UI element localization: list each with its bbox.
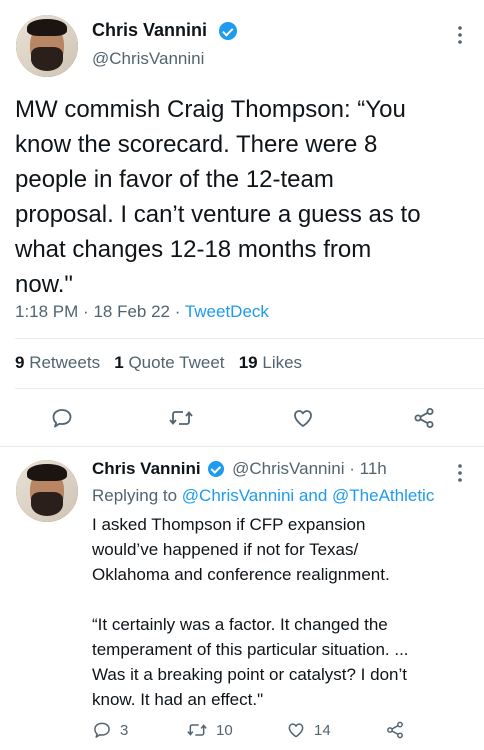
reply-text-line: “It certainly was a factor. It changed t… (92, 615, 388, 634)
reply-text-line: I asked Thompson if CFP expansion (92, 515, 366, 534)
main-author-avatar[interactable] (16, 15, 78, 77)
reply-icon[interactable] (50, 406, 74, 430)
reply-text-line: Was it a breaking point or catalyst? I d… (92, 665, 407, 684)
main-tweet-line: now." (15, 271, 73, 298)
reply-action-like[interactable]: 14 (286, 720, 331, 740)
reply-author-name[interactable]: Chris Vannini (92, 459, 201, 478)
tweet-date[interactable]: 18 Feb 22 (93, 302, 170, 321)
retweet-count: 10 (216, 721, 233, 739)
verified-badge-icon (219, 22, 237, 40)
main-tweet-line: proposal. I can’t venture a guess as to (15, 201, 421, 228)
divider (0, 446, 484, 447)
likes-label: Likes (262, 353, 303, 372)
replying-and[interactable]: and (299, 486, 327, 505)
like-icon (286, 720, 306, 740)
quote-count: 1 (114, 353, 124, 372)
share-icon[interactable] (412, 406, 436, 430)
retweet-icon (186, 720, 208, 740)
retweets-label: Retweets (29, 353, 101, 372)
reply-action-retweet[interactable]: 10 (186, 720, 233, 740)
replying-to-handle-1[interactable]: @ChrisVannini (182, 486, 294, 505)
reply-text-line: Oklahoma and conference realignment. (92, 565, 390, 584)
main-tweet-line: know the scorecard. There were 8 (15, 131, 378, 158)
main-tweet-text: MW commish Craig Thompson: “You know the… (15, 92, 421, 302)
reply-header: Chris Vannini @ChrisVannini · 11h (92, 459, 387, 479)
reply-author-avatar[interactable] (16, 460, 78, 522)
divider (15, 388, 484, 389)
replying-to-handle-2[interactable]: @TheAthletic (332, 486, 434, 505)
reply-icon (92, 720, 112, 740)
likes-stat[interactable]: 19 Likes (239, 353, 302, 372)
reply-text-line: temperament of this particular situation… (92, 640, 409, 659)
main-tweet-line: people in favor of the 12-team (15, 166, 334, 193)
separator-dot: · (349, 459, 360, 478)
more-options-icon[interactable] (456, 24, 464, 46)
tweet-time[interactable]: 1:18 PM (15, 302, 78, 321)
tweet-metadata: 1:18 PM · 18 Feb 22 · TweetDeck (15, 302, 269, 322)
reply-author-handle[interactable]: @ChrisVannini (232, 459, 344, 478)
replying-to: Replying to @ChrisVannini and @TheAthlet… (92, 486, 434, 506)
divider (15, 338, 484, 339)
verified-badge-icon (208, 460, 225, 477)
reply-action-reply[interactable]: 3 (92, 720, 128, 740)
engagement-stats: 9 Retweets 1 Quote Tweet 19 Likes (15, 353, 302, 373)
main-author-handle[interactable]: @ChrisVannini (92, 49, 204, 69)
reply-text-line: would’ve happened if not for Texas/ (92, 540, 359, 559)
likes-count: 19 (238, 353, 258, 372)
separator-dot: · (174, 302, 185, 321)
replying-prefix: Replying to (92, 486, 178, 505)
quote-label: Quote Tweet (128, 353, 225, 372)
main-tweet-line: what changes 12-18 months from (15, 236, 372, 263)
tweet-source[interactable]: TweetDeck (185, 302, 269, 321)
retweets-stat[interactable]: 9 Retweets (15, 353, 100, 372)
retweet-icon[interactable] (168, 406, 194, 430)
main-tweet-line: MW commish Craig Thompson: “You (15, 96, 406, 123)
reply-text-line: know. It had an effect." (92, 690, 264, 709)
like-count: 14 (314, 721, 331, 739)
like-icon[interactable] (291, 406, 315, 430)
reply-time-ago[interactable]: 11h (360, 459, 387, 478)
reply-tweet-text: I asked Thompson if CFP expansion would’… (92, 512, 409, 712)
more-options-icon[interactable] (456, 462, 464, 484)
main-author-name[interactable]: Chris Vannini (92, 20, 207, 41)
quote-stat[interactable]: 1 Quote Tweet (114, 353, 224, 372)
reply-count: 3 (120, 721, 129, 739)
separator-dot: · (83, 302, 94, 321)
share-icon[interactable] (385, 720, 405, 740)
retweets-count: 9 (15, 353, 25, 372)
